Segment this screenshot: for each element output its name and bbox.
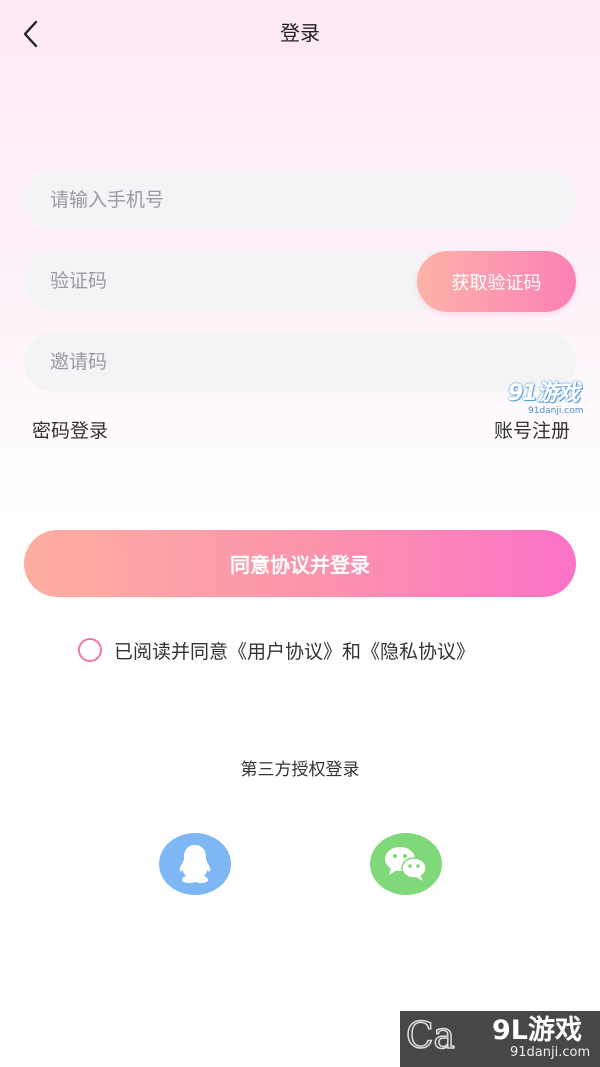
- wechat-login-button[interactable]: [370, 833, 442, 895]
- watermark-bottom-url: 91danji.com: [510, 1045, 591, 1060]
- agreement-text[interactable]: 已阅读并同意《用户协议》和《隐私协议》: [114, 637, 475, 664]
- watermark-top-mark: 91游戏: [508, 381, 580, 406]
- login-button-label: 同意协议并登录: [230, 553, 370, 577]
- qq-login-button[interactable]: [159, 833, 231, 895]
- agreement-row: 已阅读并同意《用户协议》和《隐私协议》: [78, 635, 475, 665]
- page-title: 登录: [280, 21, 320, 45]
- watermark-top: 91游戏 91danji.com: [508, 382, 590, 418]
- watermark-bottom-letters: Ca: [405, 1016, 456, 1058]
- get-code-label: 获取验证码: [451, 272, 542, 294]
- password-login-link[interactable]: 密码登录: [32, 416, 108, 443]
- watermark-bottom-mark: 9L游戏: [492, 1015, 582, 1046]
- code-input[interactable]: [48, 269, 392, 293]
- watermark-top-url: 91danji.com: [528, 406, 584, 416]
- invite-input[interactable]: [48, 350, 552, 374]
- wechat-icon: [385, 847, 427, 881]
- watermark-bottom: Ca 9L游戏 91danji.com: [400, 1011, 600, 1067]
- get-code-button[interactable]: 获取验证码: [417, 251, 576, 312]
- phone-field[interactable]: [24, 170, 576, 230]
- qq-icon: [179, 845, 211, 883]
- login-button[interactable]: 同意协议并登录: [24, 530, 576, 597]
- phone-input[interactable]: [48, 188, 552, 212]
- third-party-title: 第三方授权登录: [240, 760, 360, 780]
- invite-field[interactable]: [24, 332, 576, 392]
- agreement-checkbox[interactable]: [78, 638, 102, 662]
- register-link[interactable]: 账号注册: [494, 416, 570, 443]
